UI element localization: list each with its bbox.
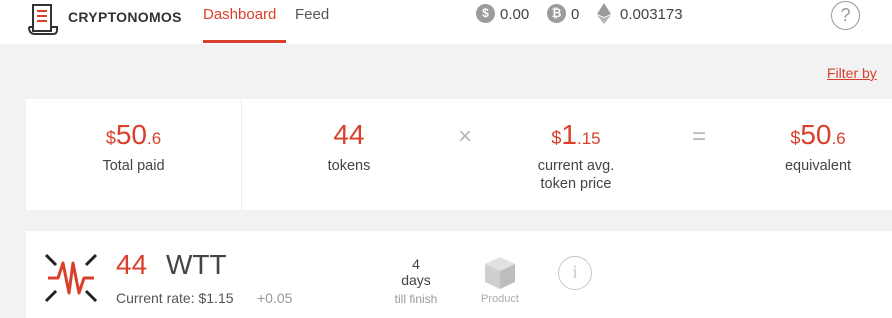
product-label[interactable]: Product (473, 293, 527, 305)
tab-feed[interactable]: Feed (295, 6, 329, 23)
tokens-stat: 44 tokens (289, 119, 409, 174)
days-count: 4 (412, 256, 420, 272)
bitcoin-icon: ₿ (547, 4, 566, 23)
filter-by-link[interactable]: Filter by (827, 65, 877, 81)
btc-balance: 0 (571, 6, 580, 23)
token-price-amount: $1.15 (551, 119, 601, 150)
token-card[interactable]: 44 WTT Current rate: $1.15 +0.05 4 days … (26, 231, 892, 318)
brand-name: CRYPTONOMOS (68, 9, 182, 25)
till-finish-label: till finish (394, 292, 438, 306)
token-price-stat: $1.15 current avg. token price (516, 119, 636, 192)
top-header: CRYPTONOMOS Dashboard Feed $ 0.00 ₿ 0 0.… (0, 0, 892, 44)
total-paid-amount: $50.6 (105, 119, 162, 150)
eth-balance: 0.003173 (620, 6, 683, 23)
tokens-amount: 44 (333, 119, 365, 150)
usd-balance: 0.00 (500, 6, 530, 23)
rate-change: +0.05 (257, 290, 293, 306)
equivalent-stat: $50.6 equivalent (753, 119, 883, 174)
token-amount: 44 (116, 249, 148, 280)
active-tab-underline (203, 40, 286, 43)
product-box-icon[interactable] (482, 255, 518, 291)
equivalent-label: equivalent (784, 158, 852, 174)
summary-divider (241, 99, 242, 210)
total-paid-label: Total paid (102, 158, 165, 174)
tab-dashboard[interactable]: Dashboard (203, 6, 276, 23)
portfolio-summary-card: $50.6 Total paid 44 tokens × $1.15 curre… (26, 99, 892, 210)
wtt-token-logo-icon (44, 253, 98, 303)
dollar-coin-icon: $ (476, 4, 495, 23)
token-price-label-line1: current avg. (537, 158, 615, 174)
days-label: days (401, 272, 431, 288)
token-price-label-line2: token price (540, 176, 612, 192)
current-rate: Current rate: $1.15 (116, 290, 234, 306)
equals-sign: = (692, 123, 707, 150)
info-button[interactable]: i (558, 256, 592, 290)
cryptonomos-logo-icon (28, 4, 58, 35)
multiply-sign: × (458, 123, 473, 150)
ethereum-icon (597, 3, 611, 24)
token-symbol: WTT (166, 249, 227, 280)
total-paid-stat: $50.6 Total paid (46, 119, 221, 174)
help-button[interactable]: ? (831, 1, 860, 30)
equivalent-amount: $50.6 (790, 119, 846, 150)
tokens-label: tokens (327, 158, 371, 174)
